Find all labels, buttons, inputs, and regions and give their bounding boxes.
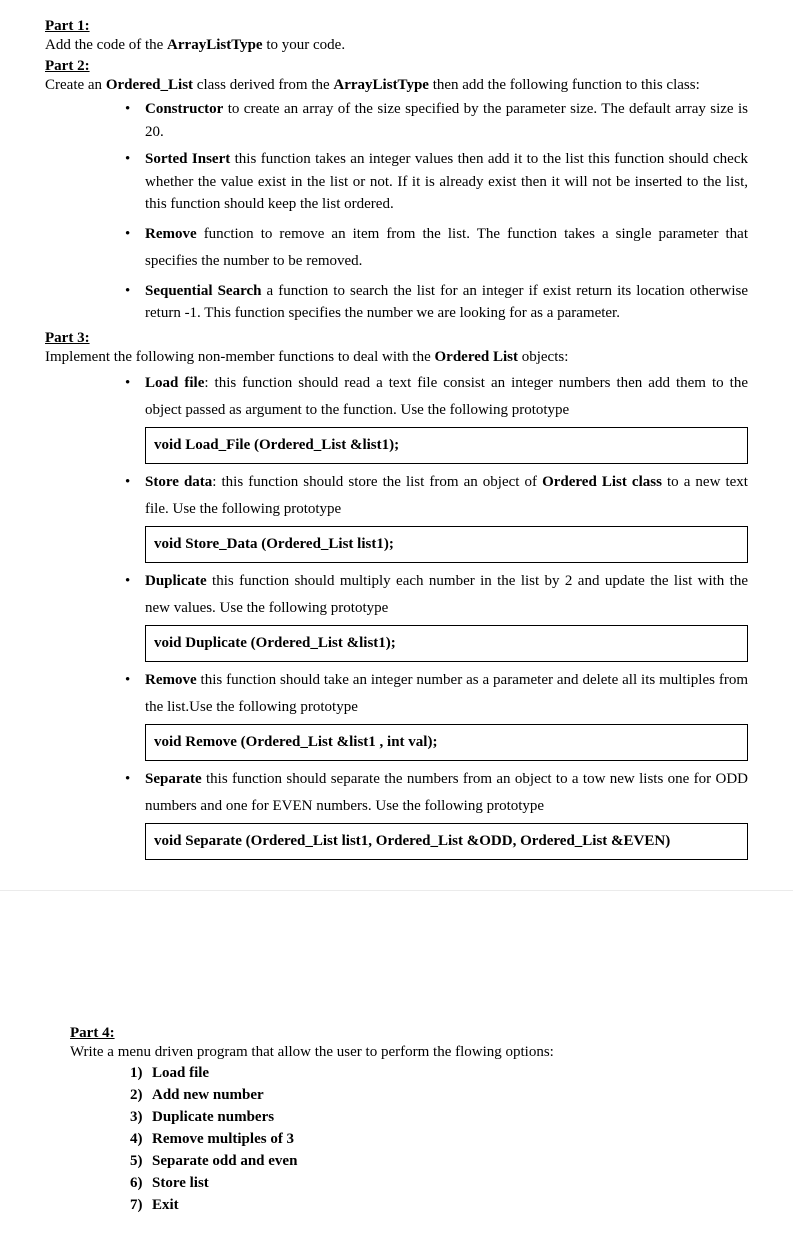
- menu-num: 6): [130, 1175, 152, 1192]
- item-bold: Separate: [145, 771, 202, 787]
- item-text-pre: : this function should store the list fr…: [212, 474, 542, 490]
- part1-text-bold: ArrayListType: [167, 37, 263, 53]
- list-item: Store data: this function should store t…: [125, 469, 748, 563]
- list-item: Constructor to create an array of the si…: [125, 98, 748, 143]
- menu-num: 5): [130, 1153, 152, 1170]
- menu-item: 7)Exit: [130, 1197, 748, 1214]
- list-item: Sequential Search a function to search t…: [125, 280, 748, 325]
- menu-item: 6)Store list: [130, 1175, 748, 1192]
- item-bold: Load file: [145, 375, 204, 391]
- menu-label: Duplicate numbers: [152, 1109, 274, 1125]
- part2-list: Constructor to create an array of the si…: [125, 98, 748, 325]
- document-page-1: Part 1: Add the code of the ArrayListTyp…: [0, 0, 793, 890]
- menu-num: 2): [130, 1087, 152, 1104]
- part2-intro-pre: Create an: [45, 77, 106, 93]
- part2-intro-bold1: Ordered_List: [106, 77, 193, 93]
- item-bold: Constructor: [145, 101, 223, 117]
- item-bold: Sorted Insert: [145, 151, 230, 167]
- menu-item: 5)Separate odd and even: [130, 1153, 748, 1170]
- list-item: Separate this function should separate t…: [125, 766, 748, 860]
- menu-num: 4): [130, 1131, 152, 1148]
- list-item: Duplicate this function should multiply …: [125, 568, 748, 662]
- menu-item: 4)Remove multiples of 3: [130, 1131, 748, 1148]
- part2-intro-bold2: ArrayListType: [333, 77, 429, 93]
- menu-item: 3)Duplicate numbers: [130, 1109, 748, 1126]
- menu-label: Separate odd and even: [152, 1153, 297, 1169]
- part1-heading: Part 1:: [45, 18, 748, 35]
- menu-label: Exit: [152, 1197, 179, 1213]
- list-item: Remove this function should take an inte…: [125, 667, 748, 761]
- item-bold: Store data: [145, 474, 212, 490]
- part3-intro-post: objects:: [518, 349, 568, 365]
- item-text-bold: Ordered List class: [542, 474, 662, 490]
- list-item: Sorted Insert this function takes an int…: [125, 148, 748, 216]
- item-bold: Sequential Search: [145, 283, 261, 299]
- part1-text-pre: Add the code of the: [45, 37, 167, 53]
- part3-intro-bold: Ordered List: [435, 349, 518, 365]
- menu-label: Add new number: [152, 1087, 264, 1103]
- document-page-2: Part 4: Write a menu driven program that…: [0, 1005, 793, 1244]
- menu-item: 2)Add new number: [130, 1087, 748, 1104]
- list-item: Remove function to remove an item from t…: [125, 221, 748, 275]
- part4-menu: 1)Load file 2)Add new number 3)Duplicate…: [130, 1065, 748, 1214]
- part3-heading: Part 3:: [45, 330, 748, 347]
- item-text: function to remove an item from the list…: [145, 226, 748, 269]
- page-break: [0, 890, 793, 1005]
- menu-num: 1): [130, 1065, 152, 1082]
- part4-heading: Part 4:: [70, 1025, 748, 1042]
- list-item: Load file: this function should read a t…: [125, 370, 748, 464]
- part2-intro-mid: class derived from the: [193, 77, 333, 93]
- item-bold: Remove: [145, 672, 197, 688]
- menu-item: 1)Load file: [130, 1065, 748, 1082]
- item-text: : this function should read a text file …: [145, 375, 748, 418]
- part2-intro-post: then add the following function to this …: [429, 77, 700, 93]
- item-text: this function takes an integer values th…: [145, 151, 748, 212]
- item-bold: Remove: [145, 226, 197, 242]
- part3-intro: Implement the following non-member funct…: [45, 349, 748, 366]
- part4-intro: Write a menu driven program that allow t…: [70, 1044, 748, 1061]
- prototype-box: void Load_File (Ordered_List &list1);: [145, 427, 748, 464]
- item-text: to create an array of the size specified…: [145, 101, 748, 140]
- prototype-box: void Separate (Ordered_List list1, Order…: [145, 823, 748, 860]
- part1-intro: Add the code of the ArrayListType to you…: [45, 37, 748, 54]
- menu-num: 3): [130, 1109, 152, 1126]
- part3-list: Load file: this function should read a t…: [125, 370, 748, 860]
- part2-heading: Part 2:: [45, 58, 748, 75]
- part2-intro: Create an Ordered_List class derived fro…: [45, 77, 748, 94]
- prototype-box: void Duplicate (Ordered_List &list1);: [145, 625, 748, 662]
- item-text: this function should take an integer num…: [145, 672, 748, 715]
- menu-num: 7): [130, 1197, 152, 1214]
- menu-label: Load file: [152, 1065, 209, 1081]
- prototype-box: void Remove (Ordered_List &list1 , int v…: [145, 724, 748, 761]
- item-bold: Duplicate: [145, 573, 207, 589]
- part1-text-post: to your code.: [263, 37, 345, 53]
- item-text: this function should separate the number…: [145, 771, 748, 814]
- part3-intro-pre: Implement the following non-member funct…: [45, 349, 435, 365]
- prototype-box: void Store_Data (Ordered_List list1);: [145, 526, 748, 563]
- menu-label: Store list: [152, 1175, 209, 1191]
- menu-label: Remove multiples of 3: [152, 1131, 294, 1147]
- item-text: this function should multiply each numbe…: [145, 573, 748, 616]
